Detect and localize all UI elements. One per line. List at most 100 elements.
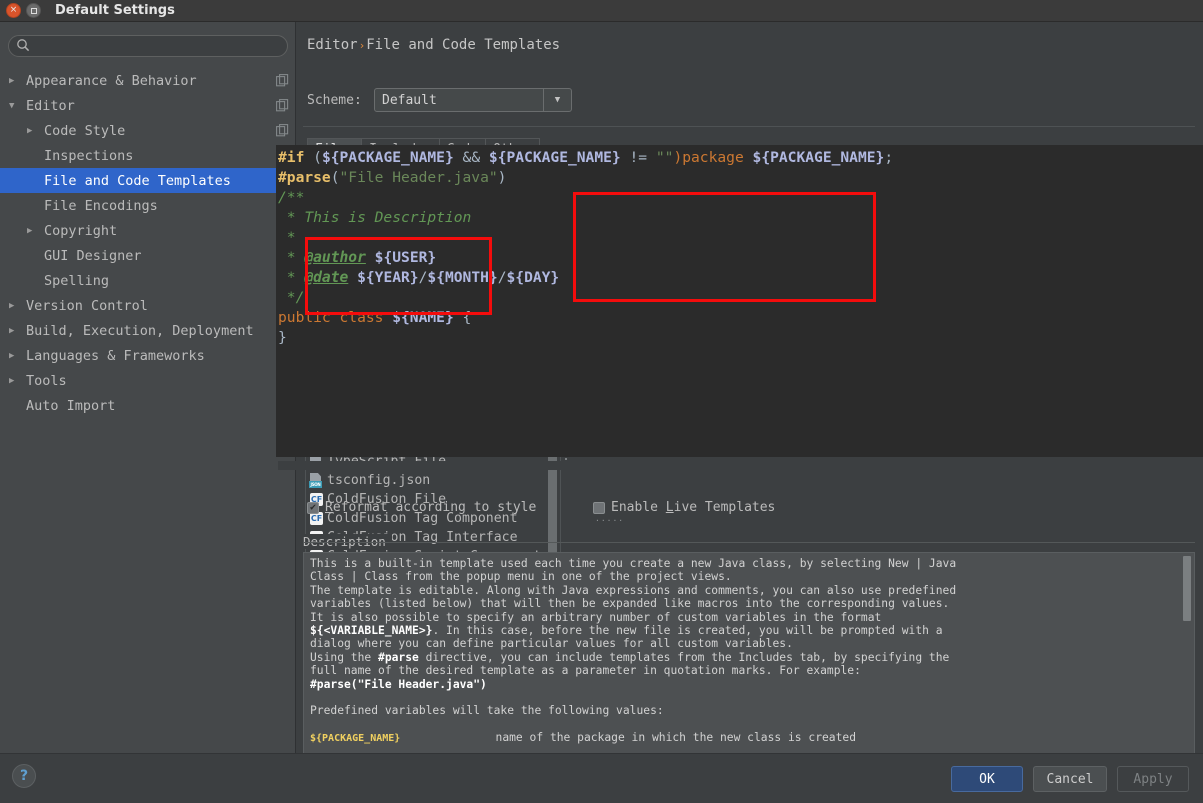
window-titlebar: × Default Settings	[0, 0, 1203, 22]
description-panel: This is a built-in template used each ti…	[303, 552, 1195, 760]
sidebar-item-code-style[interactable]: ▶ Code Style	[0, 118, 296, 143]
sidebar-item-file-encodings[interactable]: File Encodings	[0, 193, 296, 218]
apply-button[interactable]: Apply	[1117, 766, 1189, 792]
search-icon	[17, 39, 30, 52]
code-line: * This is Description	[278, 208, 893, 228]
description-line: This is a built-in template used each ti…	[310, 557, 957, 570]
checkmark-icon[interactable]: ✔	[307, 501, 319, 514]
cancel-button[interactable]: Cancel	[1033, 766, 1107, 792]
file-type-icon: JSON	[309, 473, 323, 488]
breadcrumb-leaf: File and Code Templates	[366, 37, 561, 53]
copy-setting-path-icon[interactable]	[276, 99, 289, 112]
sidebar-item-inspections[interactable]: Inspections	[0, 143, 296, 168]
code-token: #parse	[278, 169, 331, 186]
description-line: It is also possible to specify an arbitr…	[310, 610, 882, 624]
sidebar-item-editor[interactable]: ▼ Editor	[0, 93, 296, 118]
code-token: ${DAY}	[506, 269, 560, 286]
description-divider	[303, 542, 1195, 543]
description-line: #parse("File Header.java")	[310, 677, 487, 691]
breadcrumb-separator-icon: ›	[358, 39, 366, 52]
code-token: {	[453, 309, 472, 326]
sidebar-item-file-and-code-templates[interactable]: File and Code Templates	[0, 168, 296, 193]
code-token: * This is Description	[278, 209, 472, 226]
code-token: }	[278, 329, 287, 346]
chevron-right-icon[interactable]: ▶	[9, 351, 19, 361]
chevron-down-icon[interactable]: ▼	[543, 89, 571, 111]
code-token: package	[682, 149, 753, 166]
chevron-right-icon[interactable]: ▶	[9, 376, 19, 386]
scheme-combobox[interactable]: Default ▼	[374, 88, 572, 112]
template-list-item[interactable]: JSON tsconfig.json	[306, 471, 560, 490]
code-token: *	[278, 229, 296, 246]
sidebar-item-gui-designer[interactable]: GUI Designer	[0, 243, 296, 268]
description-scrollbar-thumb[interactable]	[1183, 556, 1191, 621]
editor-horizontal-scrollbar[interactable]	[278, 461, 1200, 470]
copy-setting-path-icon[interactable]	[276, 74, 289, 87]
description-line: Class | Class from the popup menu in one…	[310, 570, 732, 584]
code-token: )	[673, 149, 683, 166]
sidebar-item-tools[interactable]: ▶ Tools	[0, 368, 296, 393]
sidebar-item-label: Version Control	[26, 297, 148, 314]
window-title: Default Settings	[55, 3, 175, 18]
template-code-editor[interactable]: #if (${PACKAGE_NAME} && ${PACKAGE_NAME} …	[276, 145, 1203, 457]
code-token: ${YEAR}	[357, 269, 419, 286]
focus-indicator: ·····	[595, 516, 625, 525]
code-token: (	[330, 169, 340, 186]
code-token: */	[278, 289, 305, 306]
copy-setting-path-icon[interactable]	[276, 124, 289, 137]
settings-sidebar: ▶ Appearance & Behavior ▼ Editor ▶ Code Style…	[0, 22, 296, 753]
template-code-text[interactable]: #if (${PACKAGE_NAME} && ${PACKAGE_NAME} …	[278, 148, 893, 348]
sidebar-item-languages-frameworks[interactable]: ▶ Languages & Frameworks	[0, 343, 296, 368]
code-line: * @author ${USER}	[278, 248, 893, 268]
sidebar-item-label: Spelling	[44, 272, 110, 289]
sidebar-item-label: Inspections	[44, 147, 134, 164]
chevron-right-icon[interactable]: ▶	[9, 76, 19, 86]
code-token: &&	[453, 149, 489, 166]
chevron-down-icon[interactable]: ▼	[9, 101, 19, 111]
code-token: @date	[304, 269, 349, 286]
maximize-icon[interactable]	[26, 3, 41, 18]
description-line: variables (listed below) that will then …	[310, 597, 950, 611]
code-token: ${USER}	[374, 249, 437, 266]
help-icon[interactable]: ?	[12, 764, 36, 788]
dialog-footer: ? OK Cancel Apply	[0, 753, 1203, 803]
chevron-right-icon[interactable]: ▶	[27, 226, 37, 236]
code-token: public class	[278, 309, 393, 326]
reformat-according-to-style-checkbox[interactable]: ✔ Reformat according to style	[307, 500, 536, 515]
breadcrumb: Editor›File and Code Templates	[307, 37, 560, 53]
ok-button[interactable]: OK	[951, 766, 1023, 792]
code-token: @author	[304, 249, 366, 266]
enable-live-templates-checkbox[interactable]: Enable Live Templates ·····	[593, 500, 775, 525]
search-field-wrapper	[8, 34, 288, 57]
description-line: The template is editable. Along with Jav…	[310, 583, 957, 597]
sidebar-item-label: Build, Execution, Deployment	[26, 322, 254, 339]
sidebar-item-auto-import[interactable]: Auto Import	[0, 393, 296, 418]
sidebar-item-build-execution-deployment[interactable]: ▶ Build, Execution, Deployment	[0, 318, 296, 343]
settings-tree[interactable]: ▶ Appearance & Behavior ▼ Editor ▶ Code Style…	[0, 68, 296, 748]
chevron-right-icon[interactable]: ▶	[9, 301, 19, 311]
chevron-right-icon[interactable]: ▶	[9, 326, 19, 336]
scheme-label: Scheme:	[307, 93, 362, 108]
description-line: Predefined variables will take the follo…	[310, 704, 664, 718]
empty-checkbox-icon[interactable]	[593, 501, 605, 514]
code-line: /**	[278, 188, 893, 208]
sidebar-item-version-control[interactable]: ▶ Version Control	[0, 293, 296, 318]
code-token: )	[497, 169, 507, 186]
sidebar-item-label: Code Style	[44, 122, 126, 139]
code-token: *	[278, 269, 305, 286]
sidebar-item-spelling[interactable]: Spelling	[0, 268, 296, 293]
search-input[interactable]	[8, 34, 288, 57]
code-line: *	[278, 228, 893, 248]
code-token: ;	[884, 149, 894, 166]
code-token: ${NAME}	[392, 309, 454, 326]
code-token: "File Header.java"	[339, 169, 498, 186]
code-line: public class ${NAME} {	[278, 308, 893, 328]
code-token: /	[497, 269, 507, 286]
description-line: full name of the desired template as a p…	[310, 664, 861, 678]
code-line: * @date ${YEAR}/${MONTH}/${DAY}	[278, 268, 893, 288]
chevron-right-icon[interactable]: ▶	[27, 126, 37, 136]
sidebar-item-appearance-behavior[interactable]: ▶ Appearance & Behavior	[0, 68, 296, 93]
sidebar-item-copyright[interactable]: ▶ Copyright	[0, 218, 296, 243]
close-icon[interactable]: ×	[6, 3, 21, 18]
